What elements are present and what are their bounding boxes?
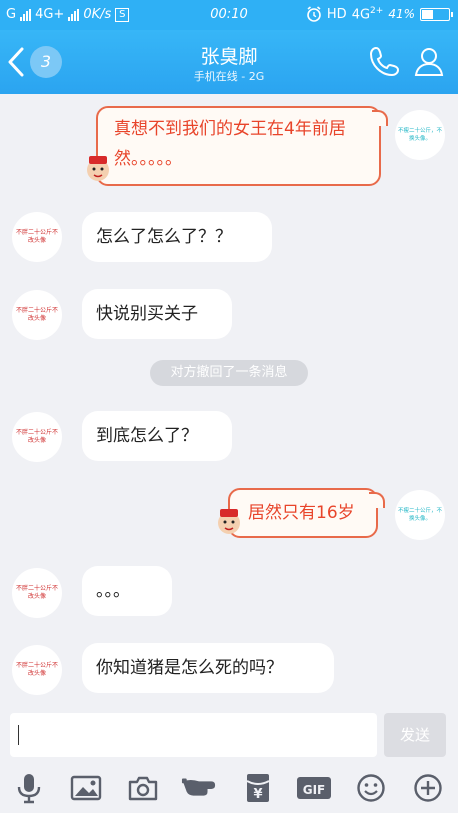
emoji-button[interactable] xyxy=(353,771,389,805)
battery-percent: 41% xyxy=(388,7,415,22)
message-text: 。。。 xyxy=(96,581,130,601)
svg-text:GIF: GIF xyxy=(303,783,326,797)
status-right: HD 4G2+ 41% xyxy=(306,6,453,23)
svg-text:¥: ¥ xyxy=(253,787,262,802)
camera-icon xyxy=(128,776,158,801)
message-bubble-peer[interactable]: 。。。 xyxy=(82,566,172,616)
send-button[interactable]: 发送 xyxy=(384,713,446,757)
message-input[interactable] xyxy=(10,713,377,757)
chat-header: 3 张臭脚 手机在线 - 2G xyxy=(0,30,458,94)
message-bubble-self[interactable]: 真想不到我们的女王在4年前居然。。。。。 xyxy=(96,106,388,186)
message-bubble-self[interactable]: 居然只有16岁 xyxy=(228,488,385,538)
peer-avatar[interactable]: 不胖二十公斤不改头像 xyxy=(12,645,62,695)
message-text: 真想不到我们的女王在4年前居然。。。。。 xyxy=(114,119,346,169)
voice-button[interactable] xyxy=(11,771,47,805)
gif-button[interactable]: GIF xyxy=(296,771,332,805)
network-right-label: 4G2+ xyxy=(351,6,384,23)
poke-hand-icon xyxy=(181,778,216,796)
caishen-sticker-icon xyxy=(218,509,240,534)
peer-avatar[interactable]: 不胖二十公斤不改头像 xyxy=(12,290,62,340)
gif-icon: GIF xyxy=(297,777,331,799)
peer-avatar[interactable]: 不胖二十公斤不改头像 xyxy=(12,568,62,618)
red-packet-icon: ¥ xyxy=(246,774,270,802)
status-bar: G 4G+ 0K/s S 00:10 HD 4G2+ 41% xyxy=(0,0,458,30)
text-caret xyxy=(18,725,19,745)
input-bar: 发送 xyxy=(0,705,458,765)
message-text: 怎么了怎么了？？ xyxy=(96,227,232,247)
peer-avatar[interactable]: 不胖二十公斤不改头像 xyxy=(12,412,62,462)
hd-label: HD xyxy=(326,6,347,22)
alarm-icon xyxy=(307,6,321,22)
my-avatar[interactable]: 不瘦二十公斤，不换头像。 xyxy=(395,110,445,160)
profile-button[interactable] xyxy=(412,44,446,78)
caishen-sticker-icon xyxy=(87,156,109,181)
person-icon xyxy=(414,48,444,76)
phone-icon xyxy=(369,46,400,77)
battery-icon xyxy=(420,7,453,21)
red-packet-button[interactable]: ¥ xyxy=(240,771,276,805)
message-text: 快说别买关子 xyxy=(96,304,198,324)
poke-button[interactable] xyxy=(181,771,217,805)
peer-avatar[interactable]: 不胖二十公斤不改头像 xyxy=(12,212,62,262)
message-text: 你知道猪是怎么死的吗？ xyxy=(96,658,283,678)
my-avatar[interactable]: 不瘦二十公斤，不换头像。 xyxy=(395,490,445,540)
input-toolbar: ¥ GIF xyxy=(0,765,458,813)
more-button[interactable] xyxy=(410,771,446,805)
image-icon xyxy=(70,775,102,801)
message-bubble-peer[interactable]: 你知道猪是怎么死的吗？ xyxy=(82,643,334,693)
microphone-icon xyxy=(17,774,41,804)
message-text: 居然只有16岁 xyxy=(248,503,355,523)
emoji-icon xyxy=(357,774,385,802)
camera-button[interactable] xyxy=(125,771,161,805)
message-bubble-peer[interactable]: 怎么了怎么了？？ xyxy=(82,212,272,262)
plus-icon xyxy=(414,774,442,802)
recalled-message-notice: 对方撤回了一条消息 xyxy=(150,360,308,386)
message-bubble-peer[interactable]: 到底怎么了？ xyxy=(82,411,232,461)
call-button[interactable] xyxy=(368,44,402,78)
image-button[interactable] xyxy=(68,771,104,805)
message-text: 到底怎么了？ xyxy=(96,426,198,446)
message-bubble-peer[interactable]: 快说别买关子 xyxy=(82,289,232,339)
